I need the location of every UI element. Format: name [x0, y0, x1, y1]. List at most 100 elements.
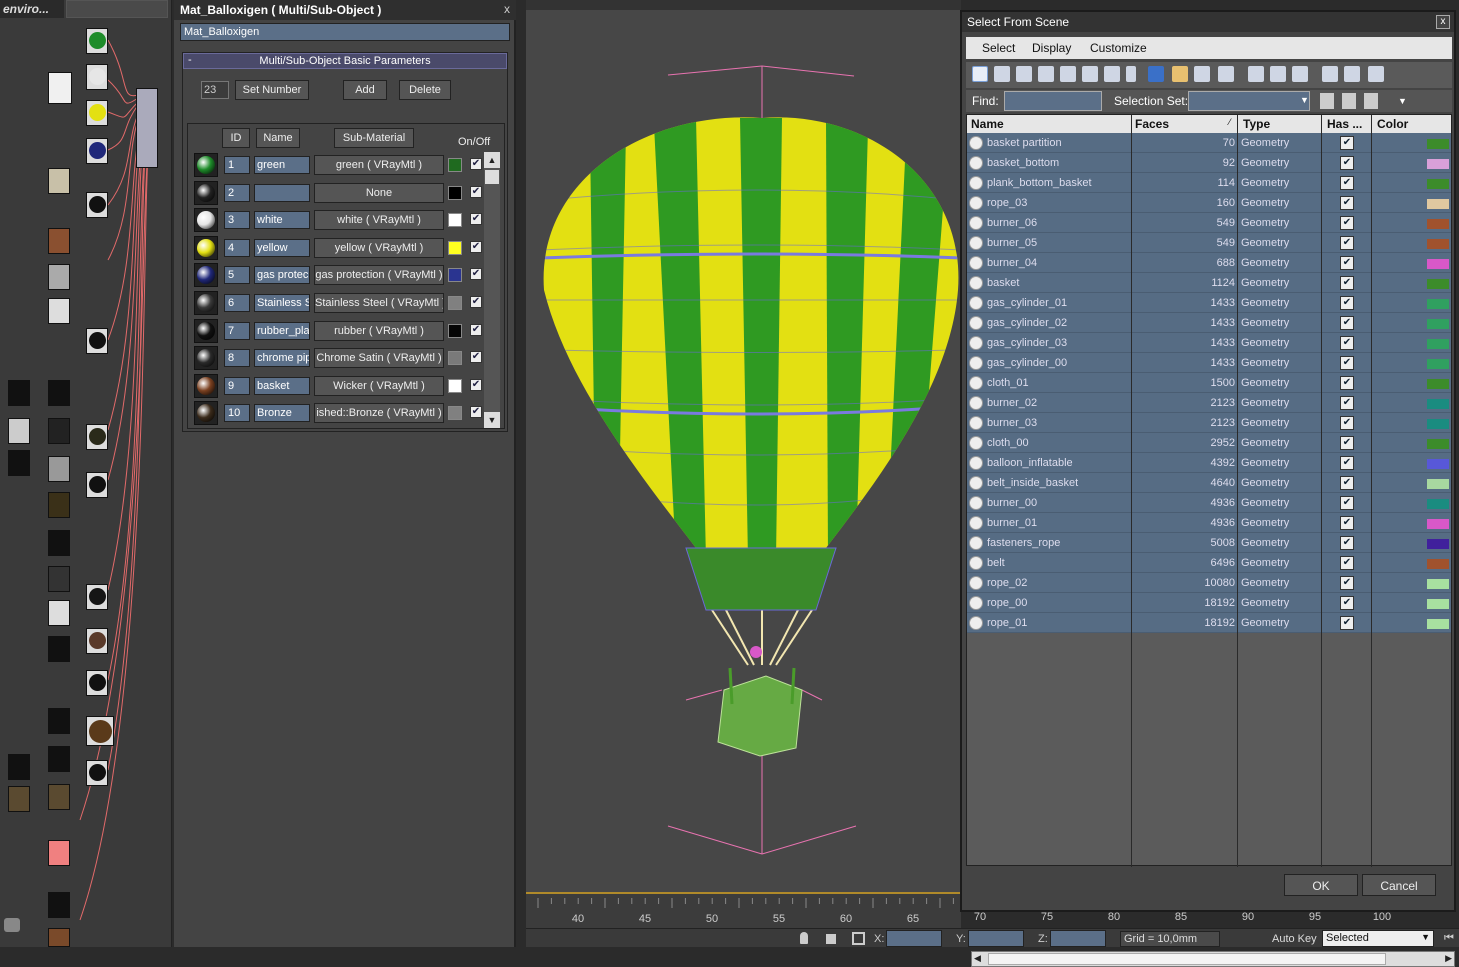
material-node[interactable] [86, 584, 108, 610]
submaterial-button[interactable]: gas protection ( VRayMtl ) [314, 265, 444, 286]
submaterial-id-field[interactable]: 10 [224, 404, 250, 423]
bitmap-node[interactable] [48, 566, 70, 592]
chevron-down-icon[interactable]: ▼ [1300, 95, 1309, 105]
y-coordinate-field[interactable] [968, 930, 1024, 947]
column-header-name[interactable]: Name [971, 117, 1004, 131]
material-node[interactable] [86, 670, 108, 696]
close-icon[interactable]: x [1436, 15, 1450, 29]
color-swatch[interactable] [448, 268, 462, 283]
select-geometry-icon[interactable] [972, 66, 988, 82]
bitmap-node[interactable] [48, 708, 70, 734]
has-material-checkbox[interactable]: ✔ [1340, 156, 1354, 170]
select-all-icon[interactable] [1248, 66, 1264, 82]
bitmap-node[interactable] [48, 928, 70, 947]
submaterial-button[interactable]: rubber ( VRayMtl ) [314, 320, 444, 341]
select-invert-icon[interactable] [1292, 66, 1308, 82]
bitmap-node[interactable] [48, 72, 72, 104]
menu-customize[interactable]: Customize [1090, 41, 1147, 55]
submaterial-id-field[interactable]: 3 [224, 211, 250, 230]
has-material-checkbox[interactable]: ✔ [1340, 616, 1354, 630]
submaterial-name-field[interactable]: Bronze [254, 404, 310, 423]
bitmap-node[interactable] [8, 786, 30, 812]
bitmap-node[interactable] [48, 784, 70, 810]
has-material-checkbox[interactable]: ✔ [1340, 316, 1354, 330]
has-material-checkbox[interactable]: ✔ [1340, 216, 1354, 230]
submaterial-scrollbar[interactable]: ▲ ▼ [484, 152, 500, 428]
color-swatch[interactable] [448, 240, 462, 255]
bitmap-node[interactable] [48, 892, 70, 918]
list-item[interactable]: burner_04 688 Geometry ✔ [967, 253, 1451, 273]
material-preview-icon[interactable] [194, 208, 218, 233]
column-header-faces[interactable]: Faces [1135, 117, 1169, 131]
submaterial-button[interactable]: Chrome Satin ( VRayMtl ) [314, 348, 444, 369]
cancel-button[interactable]: Cancel [1362, 874, 1436, 896]
bitmap-node[interactable] [48, 840, 70, 866]
scroll-right-icon[interactable]: ▶ [1445, 953, 1452, 964]
has-material-checkbox[interactable]: ✔ [1340, 496, 1354, 510]
timeline-ruler[interactable]: 40 45 50 55 60 65 [526, 892, 961, 928]
list-item[interactable]: burner_00 4936 Geometry ✔ [967, 493, 1451, 513]
has-material-checkbox[interactable]: ✔ [1340, 276, 1354, 290]
node-view-tab-empty[interactable] [66, 0, 168, 18]
list-item[interactable]: basket_bottom 92 Geometry ✔ [967, 153, 1451, 173]
list-item[interactable]: belt 6496 Geometry ✔ [967, 553, 1451, 573]
list-item[interactable]: rope_01 18192 Geometry ✔ [967, 613, 1451, 633]
bitmap-node[interactable] [48, 600, 70, 626]
has-material-checkbox[interactable]: ✔ [1340, 576, 1354, 590]
has-material-checkbox[interactable]: ✔ [1340, 296, 1354, 310]
submaterial-name-field[interactable]: rubber_pla [254, 321, 310, 340]
find-input[interactable] [1004, 91, 1102, 111]
submaterial-button[interactable]: Wicker ( VRayMtl ) [314, 375, 444, 396]
bitmap-node[interactable] [48, 298, 70, 324]
select-containers-icon[interactable] [1148, 66, 1164, 82]
select-frozen-icon[interactable] [1194, 66, 1210, 82]
perspective-viewport[interactable] [526, 0, 961, 947]
collapse-icon[interactable]: - [188, 54, 192, 66]
onoff-checkbox[interactable]: ✔ [470, 406, 482, 419]
material-node[interactable] [86, 192, 108, 218]
list-item[interactable]: burner_01 4936 Geometry ✔ [967, 513, 1451, 533]
submaterial-name-field[interactable]: yellow [254, 238, 310, 257]
scroll-up-icon[interactable]: ▲ [484, 152, 500, 168]
material-node[interactable] [86, 138, 108, 164]
submaterial-name-field[interactable]: chrome pip [254, 349, 310, 368]
list-item[interactable]: gas_cylinder_03 1433 Geometry ✔ [967, 333, 1451, 353]
list-item[interactable]: rope_00 18192 Geometry ✔ [967, 593, 1451, 613]
submaterial-button[interactable]: yellow ( VRayMtl ) [314, 237, 444, 258]
transform-mode-icon[interactable] [852, 932, 865, 945]
has-material-checkbox[interactable]: ✔ [1340, 396, 1354, 410]
bitmap-node[interactable] [48, 264, 70, 290]
list-item[interactable]: fasteners_rope 5008 Geometry ✔ [967, 533, 1451, 553]
binoculars-icon[interactable] [4, 918, 20, 932]
menu-display[interactable]: Display [1032, 41, 1071, 55]
slate-node-editor-panel[interactable]: enviro... [0, 0, 172, 947]
has-material-checkbox[interactable]: ✔ [1340, 536, 1354, 550]
material-node[interactable] [86, 64, 108, 90]
material-node[interactable] [86, 424, 108, 450]
material-preview-icon[interactable] [194, 346, 218, 371]
list-item[interactable]: cloth_00 2952 Geometry ✔ [967, 433, 1451, 453]
color-swatch[interactable] [448, 158, 462, 172]
lock-icon[interactable] [826, 934, 836, 944]
scroll-thumb[interactable] [485, 170, 499, 184]
selection-set-select[interactable] [1188, 91, 1310, 111]
ok-button[interactable]: OK [1284, 874, 1358, 896]
key-filter-select[interactable]: Selected ▼ [1322, 930, 1434, 947]
column-header-id[interactable]: ID [222, 128, 250, 148]
select-groups-icon[interactable] [1104, 66, 1120, 82]
go-to-start-icon[interactable]: ⏮ [1444, 932, 1454, 945]
has-material-checkbox[interactable]: ✔ [1340, 416, 1354, 430]
column-header-name[interactable]: Name [256, 128, 300, 148]
has-material-checkbox[interactable]: ✔ [1340, 556, 1354, 570]
bitmap-node[interactable] [48, 492, 70, 518]
submaterial-name-field[interactable]: basket [254, 376, 310, 395]
submaterial-name-field[interactable]: Stainless S [254, 294, 310, 312]
z-coordinate-field[interactable] [1050, 930, 1106, 947]
has-material-checkbox[interactable]: ✔ [1340, 196, 1354, 210]
bitmap-node[interactable] [8, 754, 30, 780]
color-swatch[interactable] [448, 351, 462, 366]
onoff-checkbox[interactable]: ✔ [470, 268, 482, 281]
bitmap-node[interactable] [48, 456, 70, 482]
color-swatch[interactable] [448, 296, 462, 310]
submaterial-name-field[interactable] [254, 183, 310, 202]
